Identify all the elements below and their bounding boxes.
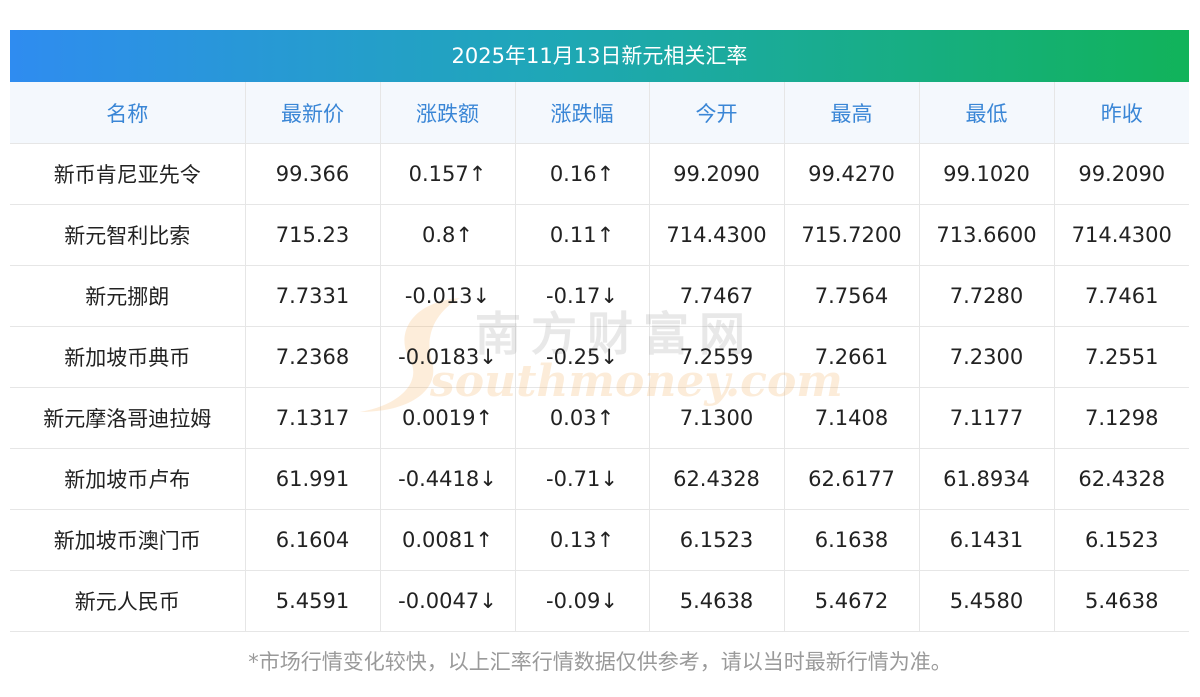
cell-high: 6.1638 [784,509,920,571]
cell-open: 6.1523 [649,509,785,571]
header-name: 名称 [10,82,246,144]
cell-latest: 7.7331 [245,265,381,327]
cell-open: 5.4638 [649,570,785,632]
table-row: 新加坡币卢布 61.991 -0.4418↓ -0.71↓ 62.4328 62… [10,448,1189,510]
cell-latest: 6.1604 [245,509,381,571]
cell-high: 7.2661 [784,326,920,388]
cell-name: 新加坡币典币 [10,326,246,388]
cell-name: 新元挪朗 [10,265,246,327]
cell-latest: 99.366 [245,143,381,205]
cell-low: 7.1177 [919,387,1055,449]
cell-change: 0.8↑ [380,204,516,266]
cell-prev-close: 6.1523 [1054,509,1189,571]
cell-prev-close: 5.4638 [1054,570,1189,632]
cell-change-pct: -0.71↓ [515,448,650,510]
page: 2025年11月13日新元相关汇率 名称 最新价 涨跌额 涨跌幅 今开 最高 最… [0,0,1200,697]
table-row: 新加坡币典币 7.2368 -0.0183↓ -0.25↓ 7.2559 7.2… [10,326,1189,388]
cell-low: 61.8934 [919,448,1055,510]
header-prev-close: 昨收 [1054,82,1189,144]
cell-change: 0.0081↑ [380,509,516,571]
cell-high: 5.4672 [784,570,920,632]
footnote: *市场行情变化较快，以上汇率行情数据仅供参考，请以当时最新行情为准。 [248,650,952,674]
cell-name: 新元摩洛哥迪拉姆 [10,387,246,449]
table-row: 新元人民币 5.4591 -0.0047↓ -0.09↓ 5.4638 5.46… [10,570,1189,632]
cell-open: 7.7467 [649,265,785,327]
cell-change-pct: -0.17↓ [515,265,650,327]
cell-name: 新元智利比索 [10,204,246,266]
cell-open: 714.4300 [649,204,785,266]
exchange-rate-table: 名称 最新价 涨跌额 涨跌幅 今开 最高 最低 昨收 新币肯尼亚先令 99.36… [10,82,1189,632]
cell-low: 7.7280 [919,265,1055,327]
cell-change: -0.013↓ [380,265,516,327]
cell-name: 新币肯尼亚先令 [10,143,246,205]
cell-open: 99.2090 [649,143,785,205]
cell-change-pct: 0.03↑ [515,387,650,449]
cell-open: 62.4328 [649,448,785,510]
cell-prev-close: 62.4328 [1054,448,1189,510]
cell-change-pct: -0.09↓ [515,570,650,632]
table-row: 新元摩洛哥迪拉姆 7.1317 0.0019↑ 0.03↑ 7.1300 7.1… [10,387,1189,449]
cell-change-pct: 0.13↑ [515,509,650,571]
cell-low: 7.2300 [919,326,1055,388]
table-row: 新加坡币澳门币 6.1604 0.0081↑ 0.13↑ 6.1523 6.16… [10,509,1189,571]
cell-name: 新加坡币澳门币 [10,509,246,571]
cell-change-pct: 0.16↑ [515,143,650,205]
cell-change: 0.157↑ [380,143,516,205]
cell-prev-close: 7.7461 [1054,265,1189,327]
header-change: 涨跌额 [380,82,516,144]
table-row: 新元挪朗 7.7331 -0.013↓ -0.17↓ 7.7467 7.7564… [10,265,1189,327]
cell-name: 新加坡币卢布 [10,448,246,510]
table-row: 新币肯尼亚先令 99.366 0.157↑ 0.16↑ 99.2090 99.4… [10,143,1189,205]
cell-prev-close: 99.2090 [1054,143,1189,205]
cell-latest: 715.23 [245,204,381,266]
cell-prev-close: 7.1298 [1054,387,1189,449]
cell-low: 99.1020 [919,143,1055,205]
cell-latest: 7.2368 [245,326,381,388]
cell-change: -0.0183↓ [380,326,516,388]
cell-change: -0.4418↓ [380,448,516,510]
cell-high: 62.6177 [784,448,920,510]
header-low: 最低 [919,82,1055,144]
cell-low: 6.1431 [919,509,1055,571]
cell-name: 新元人民币 [10,570,246,632]
cell-latest: 5.4591 [245,570,381,632]
cell-low: 5.4580 [919,570,1055,632]
table-header-row: 名称 最新价 涨跌额 涨跌幅 今开 最高 最低 昨收 [10,82,1189,144]
cell-high: 7.1408 [784,387,920,449]
cell-high: 7.7564 [784,265,920,327]
table-row: 新元智利比索 715.23 0.8↑ 0.11↑ 714.4300 715.72… [10,204,1189,266]
cell-prev-close: 7.2551 [1054,326,1189,388]
header-latest: 最新价 [245,82,381,144]
header-open: 今开 [649,82,785,144]
table-title: 2025年11月13日新元相关汇率 [10,30,1189,82]
cell-high: 99.4270 [784,143,920,205]
cell-change-pct: 0.11↑ [515,204,650,266]
header-high: 最高 [784,82,920,144]
cell-prev-close: 714.4300 [1054,204,1189,266]
cell-change: 0.0019↑ [380,387,516,449]
header-change-pct: 涨跌幅 [515,82,650,144]
cell-open: 7.1300 [649,387,785,449]
cell-latest: 61.991 [245,448,381,510]
cell-latest: 7.1317 [245,387,381,449]
cell-change-pct: -0.25↓ [515,326,650,388]
cell-high: 715.7200 [784,204,920,266]
cell-low: 713.6600 [919,204,1055,266]
cell-change: -0.0047↓ [380,570,516,632]
cell-open: 7.2559 [649,326,785,388]
